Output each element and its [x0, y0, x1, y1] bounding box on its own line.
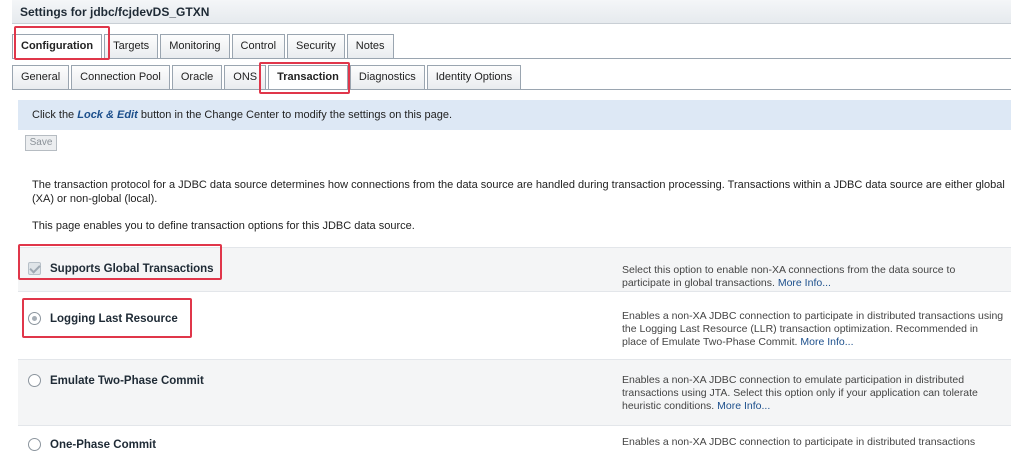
secondary-tab-bar: General Connection Pool Oracle ONS Trans… — [12, 65, 523, 89]
option-description: Enables a non-XA JDBC connection to part… — [622, 310, 1004, 348]
secondary-tab-divider — [12, 89, 1011, 90]
tab-configuration[interactable]: Configuration — [12, 34, 103, 58]
tab-monitoring[interactable]: Monitoring — [160, 34, 230, 58]
option-label: Supports Global Transactions — [50, 262, 214, 275]
checkbox-supports-global[interactable] — [28, 262, 41, 275]
save-button[interactable]: Save — [25, 135, 57, 151]
option-row-emulate-two-phase: Emulate Two-Phase Commit Enables a non-X… — [18, 359, 1011, 425]
option-label: Logging Last Resource — [50, 312, 178, 325]
more-info-link[interactable]: More Info... — [717, 400, 770, 412]
option-row-supports-global: Supports Global Transactions Select this… — [18, 247, 1011, 291]
tab-diagnostics[interactable]: Diagnostics — [349, 65, 425, 89]
more-info-link[interactable]: More Info... — [778, 277, 831, 289]
radio-logging-last-resource[interactable] — [28, 312, 41, 325]
option-supports-global[interactable]: Supports Global Transactions — [28, 262, 214, 275]
option-emulate-two-phase[interactable]: Emulate Two-Phase Commit — [28, 374, 204, 387]
radio-emulate-two-phase[interactable] — [28, 374, 41, 387]
intro-text: The transaction protocol for a JDBC data… — [32, 179, 1005, 205]
option-description: Select this option to enable non-XA conn… — [622, 264, 956, 289]
primary-tab-bar: Configuration Targets Monitoring Control… — [12, 34, 396, 58]
tab-ons[interactable]: ONS — [224, 65, 267, 89]
notice-prefix: Click the — [32, 109, 75, 121]
tab-transaction[interactable]: Transaction — [268, 65, 348, 89]
tab-identity-options[interactable]: Identity Options — [426, 65, 522, 89]
option-label: One-Phase Commit — [50, 438, 157, 451]
tab-connection-pool[interactable]: Connection Pool — [71, 65, 170, 89]
option-label: Emulate Two-Phase Commit — [50, 374, 204, 387]
lock-edit-link[interactable]: Lock & Edit — [77, 109, 138, 121]
tab-control[interactable]: Control — [231, 34, 286, 58]
page-title: Settings for jdbc/fcjdevDS_GTXN — [12, 0, 1011, 24]
tab-general[interactable]: General — [12, 65, 70, 89]
option-description: Enables a non-XA JDBC connection to part… — [622, 436, 976, 448]
tab-notes[interactable]: Notes — [346, 34, 394, 58]
option-row-one-phase-commit: One-Phase Commit Enables a non-XA JDBC c… — [18, 425, 1011, 465]
more-info-link[interactable]: More Info... — [800, 336, 853, 348]
tab-targets[interactable]: Targets — [104, 34, 159, 58]
tab-oracle[interactable]: Oracle — [171, 65, 223, 89]
option-description: Enables a non-XA JDBC connection to emul… — [622, 374, 978, 412]
option-row-logging-last-resource: Logging Last Resource Enables a non-XA J… — [18, 291, 1011, 359]
intro-text-2: This page enables you to define transact… — [32, 220, 415, 232]
option-one-phase-commit[interactable]: One-Phase Commit — [28, 438, 156, 451]
notice-suffix: button in the Change Center to modify th… — [140, 109, 453, 121]
tab-security[interactable]: Security — [287, 34, 345, 58]
lock-edit-notice: Click the Lock & Edit button in the Chan… — [18, 100, 1011, 130]
primary-tab-divider — [12, 58, 1011, 59]
radio-one-phase-commit[interactable] — [28, 438, 41, 451]
option-logging-last-resource[interactable]: Logging Last Resource — [28, 312, 178, 325]
